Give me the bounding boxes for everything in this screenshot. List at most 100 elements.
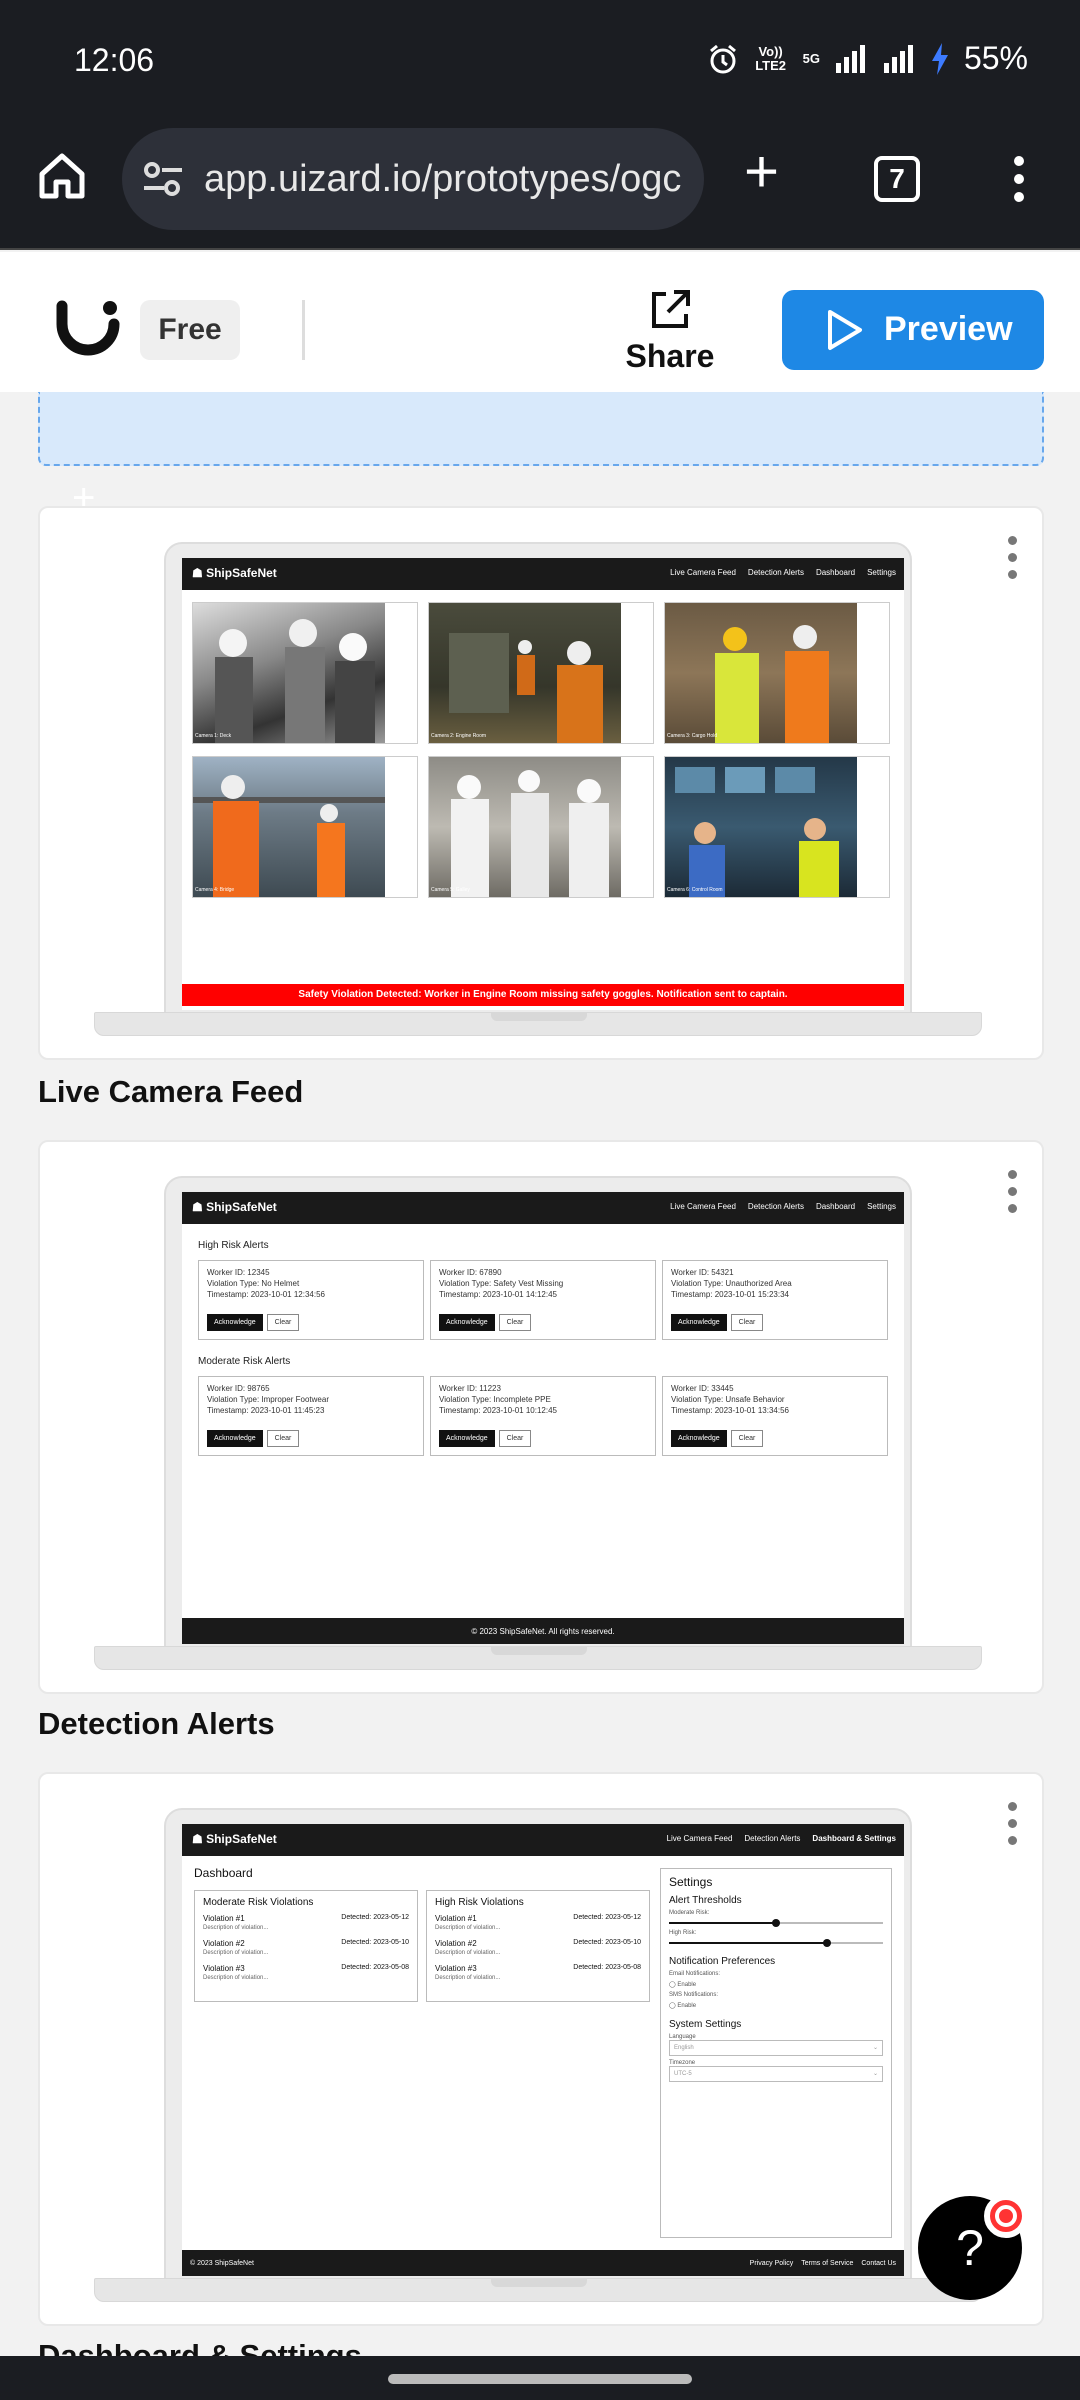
browser-toolbar: app.uizard.io/prototypes/ogc + 7 xyxy=(0,120,1080,250)
camera-tile[interactable]: Camera 1: Deck xyxy=(192,602,418,744)
dashboard-title: Dashboard xyxy=(194,1866,253,1880)
nav-live-camera[interactable]: Live Camera Feed xyxy=(667,1834,733,1843)
alert-worker: Worker ID: 54321 xyxy=(671,1268,734,1277)
moderate-risk-slider[interactable] xyxy=(669,1919,883,1927)
drop-zone[interactable] xyxy=(38,392,1044,466)
camera-tile[interactable]: Camera 3: Cargo Hold xyxy=(664,602,890,744)
sms-enable-option[interactable]: ◯ Enable xyxy=(669,2002,883,2009)
preview-button[interactable]: Preview xyxy=(782,290,1044,370)
high-violations-panel: High Risk Violations Violation #1 Detecte… xyxy=(426,1890,650,2002)
footer-link-privacy[interactable]: Privacy Policy xyxy=(750,2250,794,2276)
violation-name: Violation #1 xyxy=(203,1914,245,1923)
radio-icon[interactable]: ◯ xyxy=(669,2003,676,2009)
violation-desc: Description of violation... xyxy=(203,1925,269,1931)
violation-row[interactable]: Violation #1 Detected: 2023-05-12 Descript… xyxy=(435,1914,641,1939)
uizard-logo[interactable] xyxy=(56,300,120,360)
nav-detection-alerts[interactable]: Detection Alerts xyxy=(748,568,804,577)
card-menu-icon[interactable] xyxy=(1008,1170,1018,1221)
card-menu-icon[interactable] xyxy=(1008,536,1018,587)
alert-thresholds-heading: Alert Thresholds xyxy=(669,1895,742,1906)
enable-label: Enable xyxy=(677,2003,697,2009)
nav-settings[interactable]: Settings xyxy=(867,1202,896,1211)
violation-row[interactable]: Violation #3 Detected: 2023-05-08 Descript… xyxy=(203,1964,409,1989)
alert-card: Worker ID: 11223 Violation Type: Incompl… xyxy=(430,1376,656,1456)
screen-card-live-camera[interactable]: ☗ ShipSafeNet Live Camera Feed Detection… xyxy=(38,506,1044,1060)
alert-type: Violation Type: No Helmet xyxy=(207,1279,300,1288)
alert-card: Worker ID: 54321 Violation Type: Unautho… xyxy=(662,1260,888,1340)
laptop-screen: ☗ ShipSafeNet Live Camera Feed Detection… xyxy=(182,1192,904,1644)
violation-row[interactable]: Violation #2 Detected: 2023-05-10 Descript… xyxy=(435,1939,641,1964)
nav-dashboard-settings[interactable]: Dashboard & Settings xyxy=(812,1834,896,1843)
clear-button[interactable]: Clear xyxy=(498,1314,532,1331)
camera-image xyxy=(429,603,621,743)
alert-worker: Worker ID: 33445 xyxy=(671,1384,734,1393)
radio-icon[interactable]: ◯ xyxy=(669,1982,676,1988)
site-settings-icon[interactable] xyxy=(142,158,184,200)
alert-type: Violation Type: Incomplete PPE xyxy=(439,1395,551,1404)
clear-button[interactable]: Clear xyxy=(730,1430,764,1447)
clear-button[interactable]: Clear xyxy=(730,1314,764,1331)
acknowledge-button[interactable]: Acknowledge xyxy=(671,1314,727,1331)
nav-live-camera[interactable]: Live Camera Feed xyxy=(670,1202,736,1211)
acknowledge-button[interactable]: Acknowledge xyxy=(671,1430,727,1447)
violation-name: Violation #2 xyxy=(203,1939,245,1948)
help-button[interactable]: ? xyxy=(918,2194,1028,2300)
home-icon[interactable] xyxy=(36,150,88,202)
laptop-screen: ☗ ShipSafeNet Live Camera Feed Detection… xyxy=(182,558,904,1010)
alert-type: Violation Type: Unauthorized Area xyxy=(671,1279,792,1288)
acknowledge-button[interactable]: Acknowledge xyxy=(207,1314,263,1331)
footer-link-contact[interactable]: Contact Us xyxy=(861,2250,896,2276)
panel-title: High Risk Violations xyxy=(435,1897,524,1908)
share-button[interactable]: Share xyxy=(620,288,720,375)
language-select[interactable]: English ⌄ xyxy=(669,2040,883,2056)
camera-tile[interactable]: Camera 6: Control Room xyxy=(664,756,890,898)
nav-dashboard[interactable]: Dashboard xyxy=(816,1202,855,1211)
screen-title[interactable]: Detection Alerts xyxy=(38,1706,275,1742)
home-indicator[interactable] xyxy=(388,2374,692,2384)
acknowledge-button[interactable]: Acknowledge xyxy=(439,1430,495,1447)
footer-link-terms[interactable]: Terms of Service xyxy=(801,2250,853,2276)
violation-desc: Description of violation... xyxy=(203,1975,269,1981)
volte-indicator: Vo)) LTE2 xyxy=(755,43,787,73)
violation-row[interactable]: Violation #1 Detected: 2023-05-12 Descript… xyxy=(203,1914,409,1939)
violation-row[interactable]: Violation #3 Detected: 2023-05-08 Descript… xyxy=(435,1964,641,1989)
clear-button[interactable]: Clear xyxy=(266,1430,300,1447)
laptop-base xyxy=(94,1646,982,1670)
alert-worker: Worker ID: 11223 xyxy=(439,1384,501,1393)
high-risk-slider[interactable] xyxy=(669,1939,883,1947)
screen-card-detection-alerts[interactable]: ☗ ShipSafeNet Live Camera Feed Detection… xyxy=(38,1140,1044,1694)
violation-row[interactable]: Violation #2 Detected: 2023-05-10 Descript… xyxy=(203,1939,409,1964)
nav-detection-alerts[interactable]: Detection Alerts xyxy=(744,1834,800,1843)
nav-dashboard[interactable]: Dashboard xyxy=(816,568,855,577)
acknowledge-button[interactable]: Acknowledge xyxy=(439,1314,495,1331)
timezone-select[interactable]: UTC-5 ⌄ xyxy=(669,2066,883,2082)
alert-card: Worker ID: 67890 Violation Type: Safety … xyxy=(430,1260,656,1340)
card-menu-icon[interactable] xyxy=(1008,1802,1018,1853)
alert-worker: Worker ID: 98765 xyxy=(207,1384,270,1393)
laptop-mockup: ☗ ShipSafeNet Live Camera Feed Detection… xyxy=(94,1808,982,2306)
address-bar[interactable]: app.uizard.io/prototypes/ogc xyxy=(122,128,704,230)
camera-image xyxy=(665,603,857,743)
email-enable-option[interactable]: ◯ Enable xyxy=(669,1981,883,1988)
clear-button[interactable]: Clear xyxy=(266,1314,300,1331)
clear-button[interactable]: Clear xyxy=(498,1430,532,1447)
camera-tile[interactable]: Camera 2: Engine Room xyxy=(428,602,654,744)
nav-detection-alerts[interactable]: Detection Alerts xyxy=(748,1202,804,1211)
new-tab-icon[interactable]: + xyxy=(744,142,779,202)
camera-tile[interactable]: Camera 4: Bridge xyxy=(192,756,418,898)
alert-type: Violation Type: Improper Footwear xyxy=(207,1395,329,1404)
camera-label: Camera 4: Bridge xyxy=(195,887,235,893)
tab-switcher-button[interactable]: 7 xyxy=(874,156,920,202)
screen-title[interactable]: Live Camera Feed xyxy=(38,1074,303,1110)
url-text[interactable]: app.uizard.io/prototypes/ogc xyxy=(204,158,694,201)
notification-heading: Notification Preferences xyxy=(669,1956,776,1967)
nav-settings[interactable]: Settings xyxy=(867,568,896,577)
acknowledge-button[interactable]: Acknowledge xyxy=(207,1430,263,1447)
browser-menu-icon[interactable] xyxy=(1012,156,1026,206)
site-logo: ☗ ShipSafeNet xyxy=(192,1832,277,1846)
site-brand: ShipSafeNet xyxy=(206,1200,277,1214)
camera-label: Camera 6: Control Room xyxy=(667,887,723,893)
screen-card-dashboard-settings[interactable]: ☗ ShipSafeNet Live Camera Feed Detection… xyxy=(38,1772,1044,2326)
camera-tile[interactable]: Camera 5: Galley xyxy=(428,756,654,898)
nav-live-camera[interactable]: Live Camera Feed xyxy=(670,568,736,577)
